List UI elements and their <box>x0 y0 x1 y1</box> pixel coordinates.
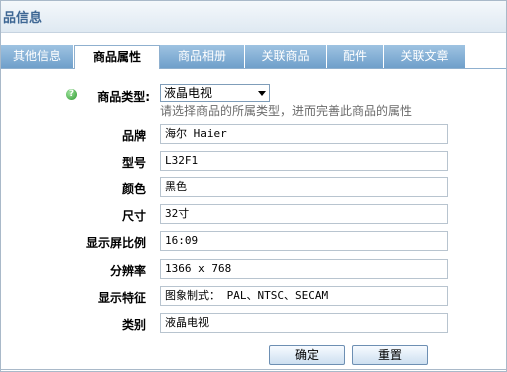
bottom-divider <box>1 369 506 370</box>
tab-bar: 其他信息 商品属性 商品相册 关联商品 配件 关联文章 <box>1 45 506 69</box>
tab-other-info[interactable]: 其他信息 <box>1 45 74 68</box>
goods-type-hint: 请选择商品的所属类型，进而完善此商品的属性 <box>160 104 413 118</box>
label-display-features: 显示特征 <box>97 291 146 305</box>
goods-type-select[interactable]: 液晶电视 <box>160 84 270 102</box>
label-aspect-ratio: 显示屏比例 <box>85 236 146 250</box>
label-resolution: 分辨率 <box>109 264 146 278</box>
tab-related-goods[interactable]: 关联商品 <box>245 45 327 68</box>
label-brand: 品牌 <box>121 129 146 143</box>
reset-button[interactable]: 重置 <box>352 345 428 365</box>
tab-related-articles[interactable]: 关联文章 <box>384 45 466 68</box>
brand-field[interactable]: 海尔 Haier <box>160 124 448 144</box>
label-category: 类别 <box>121 318 146 332</box>
goods-type-selected: 液晶电视 <box>164 86 213 100</box>
label-size: 尺寸 <box>121 209 146 223</box>
aspect-ratio-field[interactable]: 16:09 <box>160 231 448 251</box>
title-bar: 品信息 <box>1 1 506 33</box>
label-model: 型号 <box>121 156 146 170</box>
confirm-button[interactable]: 确定 <box>269 345 345 365</box>
tab-goods-attributes[interactable]: 商品属性 <box>74 45 160 69</box>
tab-goods-gallery[interactable]: 商品相册 <box>160 45 245 68</box>
goods-type-label: 商品类型: <box>97 90 150 104</box>
tab-accessories[interactable]: 配件 <box>327 45 384 68</box>
resolution-field[interactable]: 1366 x 768 <box>160 259 448 279</box>
model-field[interactable]: L32F1 <box>160 151 448 171</box>
category-field[interactable]: 液晶电视 <box>160 313 448 333</box>
size-field[interactable]: 32寸 <box>160 204 448 224</box>
color-field[interactable]: 黑色 <box>160 177 448 197</box>
label-color: 颜色 <box>121 182 146 196</box>
page-title: 品信息 <box>3 11 43 26</box>
display-features-field[interactable]: 图象制式： PAL、NTSC、SECAM <box>160 286 448 306</box>
chevron-down-icon <box>258 91 266 96</box>
